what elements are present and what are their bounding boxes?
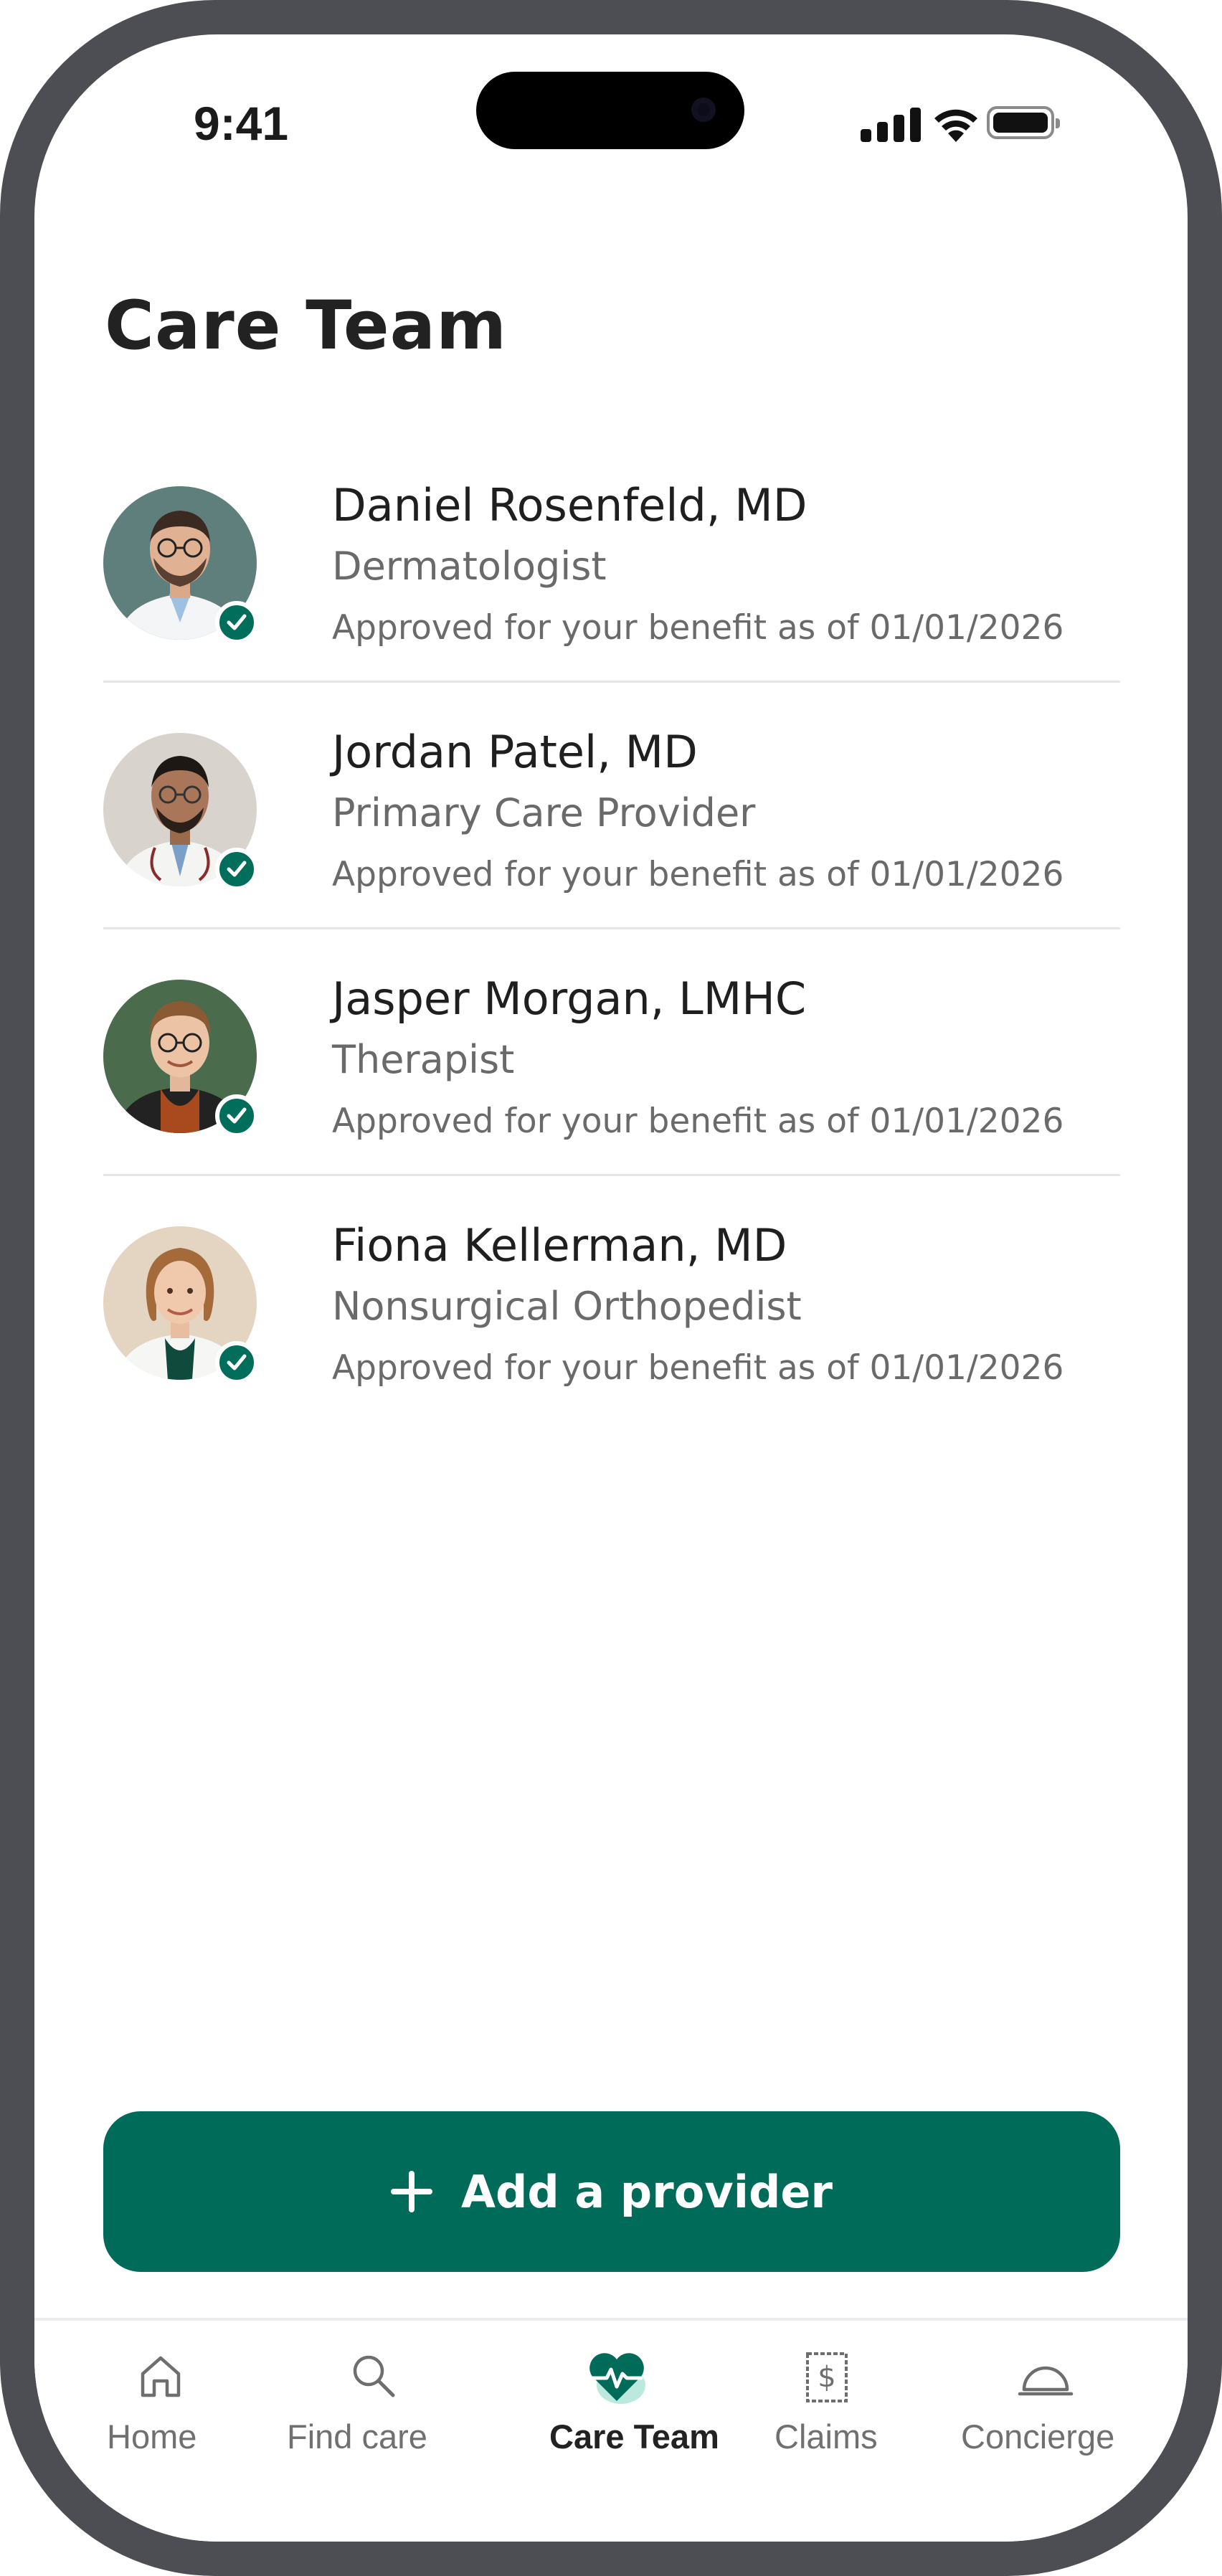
cellular-signal-icon bbox=[861, 106, 921, 142]
verified-check-icon bbox=[215, 1341, 258, 1384]
provider-row-jordan-patel[interactable]: Jordan Patel, MD Primary Care Provider A… bbox=[103, 683, 1120, 929]
tab-home[interactable]: Home bbox=[103, 2321, 218, 2464]
tab-label: Care Team bbox=[549, 2418, 719, 2456]
receipt-dollar-icon: $ bbox=[806, 2352, 848, 2402]
wifi-icon bbox=[934, 109, 977, 142]
tab-label: Find care bbox=[287, 2418, 427, 2456]
provider-list: Daniel Rosenfeld, MD Dermatologist Appro… bbox=[103, 436, 1120, 1423]
battery-icon bbox=[987, 106, 1060, 139]
tab-label: Home bbox=[107, 2418, 197, 2456]
provider-specialty: Therapist bbox=[332, 1037, 515, 1082]
page-title: Care Team bbox=[105, 287, 508, 365]
provider-name: Fiona Kellerman, MD bbox=[332, 1219, 787, 1272]
add-provider-label: Add a provider bbox=[461, 2165, 833, 2218]
app-screen: 9:41 Care Team Daniel Rosenfeld, MD Derm… bbox=[34, 34, 1188, 2542]
search-icon bbox=[353, 2355, 395, 2397]
provider-name: Jasper Morgan, LMHC bbox=[332, 972, 807, 1025]
service-bell-icon bbox=[1018, 2366, 1074, 2396]
tab-label: Concierge bbox=[961, 2418, 1115, 2456]
tab-claims[interactable]: $ Claims bbox=[760, 2321, 904, 2464]
dynamic-island bbox=[476, 72, 744, 149]
provider-name: Jordan Patel, MD bbox=[332, 726, 698, 778]
verified-check-icon bbox=[215, 601, 258, 644]
tab-find-care[interactable]: Find care bbox=[278, 2321, 465, 2464]
device-frame: 9:41 Care Team Daniel Rosenfeld, MD Derm… bbox=[0, 0, 1222, 2576]
svg-text:$: $ bbox=[818, 2361, 835, 2394]
provider-approval-status: Approved for your benefit as of 01/01/20… bbox=[332, 1348, 1064, 1388]
provider-specialty: Primary Care Provider bbox=[332, 790, 756, 835]
camera-icon bbox=[691, 98, 716, 122]
tab-care-team[interactable]: Care Team bbox=[508, 2321, 723, 2464]
bottom-tab-bar: Home Find care Care Team $ Claims Concie… bbox=[34, 2318, 1188, 2542]
provider-name: Daniel Rosenfeld, MD bbox=[332, 479, 807, 531]
provider-approval-status: Approved for your benefit as of 01/01/20… bbox=[332, 1102, 1064, 1141]
add-provider-button[interactable]: Add a provider bbox=[103, 2111, 1120, 2272]
provider-approval-status: Approved for your benefit as of 01/01/20… bbox=[332, 608, 1064, 648]
heart-pulse-icon bbox=[589, 2353, 645, 2404]
provider-row-fiona-kellerman[interactable]: Fiona Kellerman, MD Nonsurgical Orthoped… bbox=[103, 1176, 1120, 1423]
provider-specialty: Dermatologist bbox=[332, 544, 607, 589]
provider-row-jasper-morgan[interactable]: Jasper Morgan, LMHC Therapist Approved f… bbox=[103, 929, 1120, 1176]
status-time: 9:41 bbox=[194, 97, 289, 150]
verified-check-icon bbox=[215, 1094, 258, 1137]
tab-concierge[interactable]: Concierge bbox=[952, 2321, 1139, 2464]
plus-icon bbox=[391, 2171, 432, 2212]
home-icon bbox=[141, 2356, 181, 2397]
tab-label: Claims bbox=[775, 2418, 878, 2456]
provider-specialty: Nonsurgical Orthopedist bbox=[332, 1284, 802, 1329]
provider-row-daniel-rosenfeld[interactable]: Daniel Rosenfeld, MD Dermatologist Appro… bbox=[103, 436, 1120, 683]
provider-approval-status: Approved for your benefit as of 01/01/20… bbox=[332, 855, 1064, 894]
verified-check-icon bbox=[215, 848, 258, 891]
